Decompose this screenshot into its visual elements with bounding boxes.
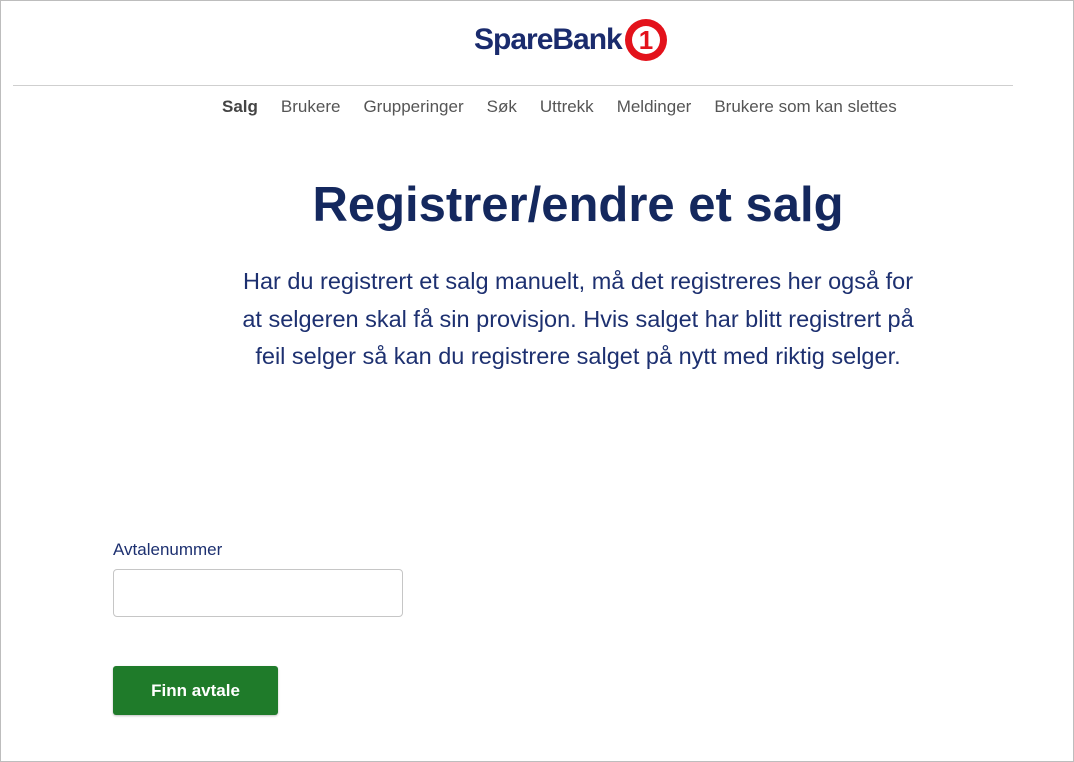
nav-item-meldinger[interactable]: Meldinger	[617, 96, 692, 118]
page-title: Registrer/endre et salg	[312, 178, 844, 232]
header-divider	[13, 85, 1013, 86]
logo-badge-number: 1	[639, 25, 653, 55]
main-nav: Salg Brukere Grupperinger Søk Uttrekk Me…	[222, 96, 897, 118]
intro-text: Har du registrert et salg manuelt, må de…	[242, 268, 914, 369]
page-frame: SpareBank 1 Salg Brukere Grupperinger Sø…	[0, 0, 1074, 762]
agreement-number-label: Avtalenummer	[113, 540, 223, 559]
logo-badge-icon: 1	[624, 19, 667, 61]
logo-wordmark: SpareBank	[474, 23, 623, 56]
nav-item-brukere[interactable]: Brukere	[281, 96, 341, 118]
nav-item-sok[interactable]: Søk	[487, 96, 517, 118]
find-agreement-button[interactable]: Finn avtale	[113, 666, 278, 715]
nav-item-uttrekk[interactable]: Uttrekk	[540, 96, 594, 118]
nav-item-brukere-som-kan-slettes[interactable]: Brukere som kan slettes	[714, 96, 896, 118]
sparebank-logo[interactable]: SpareBank 1	[474, 17, 668, 63]
nav-item-grupperinger[interactable]: Grupperinger	[363, 96, 463, 118]
nav-item-salg[interactable]: Salg	[222, 96, 258, 118]
agreement-number-input[interactable]	[113, 569, 403, 617]
